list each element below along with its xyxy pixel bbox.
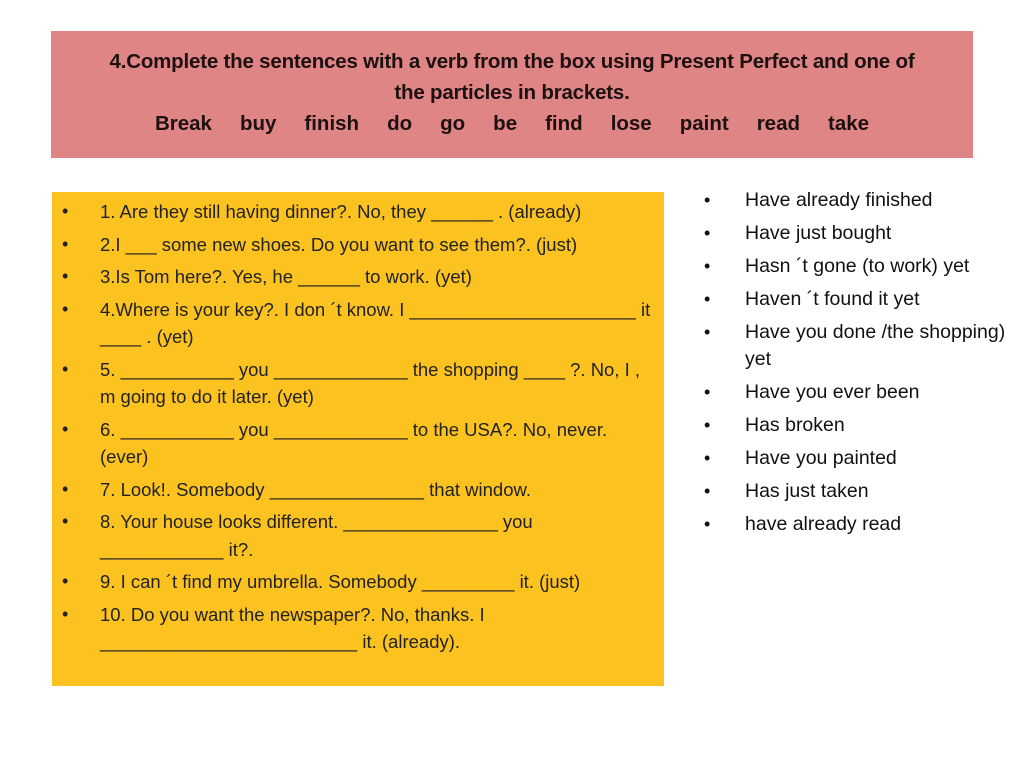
- bullet-icon: •: [704, 190, 711, 210]
- instructions-title-line-2: the particles in brackets.: [394, 81, 630, 104]
- exercise-item: • 10. Do you want the newspaper?. No, tha…: [52, 601, 664, 656]
- bullet-icon: •: [704, 415, 711, 435]
- answer-item: • Has just taken: [700, 478, 1010, 505]
- answer-text: Have you done /the shopping) yet: [745, 321, 1006, 370]
- exercise-item: • 8. Your house looks different. ________…: [52, 508, 664, 563]
- exercise-text: 3.Is Tom here?. Yes, he ______ to work. …: [100, 266, 472, 287]
- verb-item: go: [440, 112, 466, 135]
- answer-item: • Have you done /the shopping) yet: [700, 319, 1010, 373]
- answer-text: have already read: [745, 513, 902, 535]
- answer-text: Have already finished: [745, 189, 933, 211]
- exercise-text: 8. Your house looks different. _________…: [100, 511, 533, 560]
- bullet-icon: •: [704, 322, 711, 342]
- answer-item: • Has broken: [700, 412, 1010, 439]
- answer-text: Have you painted: [745, 447, 897, 469]
- exercise-item: • 6. ___________ you _____________ to the…: [52, 416, 664, 471]
- exercise-item: • 7. Look!. Somebody _______________ that…: [52, 476, 664, 504]
- answer-key: • Have already finished • Have just bought…: [700, 187, 1010, 544]
- verb-item: buy: [239, 112, 277, 135]
- bullet-icon: •: [62, 418, 69, 439]
- exercise-list: • 1. Are they still having dinner?. No, t…: [52, 198, 664, 656]
- answer-item: • Have just bought: [700, 220, 1010, 247]
- bullet-icon: •: [704, 256, 711, 276]
- answer-item: • Have you painted: [700, 445, 1010, 472]
- verb-item: finish: [304, 112, 360, 135]
- exercise-item: • 1. Are they still having dinner?. No, t…: [52, 198, 664, 226]
- bullet-icon: •: [704, 481, 711, 501]
- bullet-icon: •: [62, 298, 69, 319]
- bullet-icon: •: [62, 571, 69, 591]
- bullet-icon: •: [62, 478, 69, 499]
- exercise-item: • 3.Is Tom here?. Yes, he ______ to work.…: [52, 263, 664, 291]
- bullet-icon: •: [704, 514, 711, 534]
- bullet-icon: •: [62, 603, 69, 624]
- answer-text: Has broken: [745, 414, 845, 436]
- verb-item: read: [756, 112, 800, 135]
- verb-item: take: [828, 112, 870, 135]
- verb-box: Break buy finish do go be find lose pain…: [51, 108, 973, 139]
- exercise-text: 10. Do you want the newspaper?. No, than…: [100, 603, 485, 653]
- exercise-text: 9. I can ´t find my umbrella. Somebody _…: [100, 571, 581, 592]
- answer-text: Have you ever been: [745, 381, 920, 403]
- answer-item: • have already read: [700, 511, 1010, 538]
- exercise-item: • 2.I ___ some new shoes. Do you want to …: [52, 231, 664, 259]
- exercise-text: 1. Are they still having dinner?. No, th…: [100, 201, 582, 222]
- bullet-icon: •: [62, 358, 69, 379]
- answer-item: • Hasn ´t gone (to work) yet: [700, 253, 1010, 280]
- bullet-icon: •: [704, 382, 711, 402]
- exercise-item: • 5. ___________ you _____________ the sh…: [52, 356, 664, 411]
- exercise-text: 4.Where is your key?. I don ´t know. I _…: [100, 298, 651, 348]
- exercise-box: • 1. Are they still having dinner?. No, t…: [52, 192, 664, 686]
- answer-list: • Have already finished • Have just bought…: [700, 187, 1010, 538]
- bullet-icon: •: [62, 266, 69, 286]
- verb-item: do: [387, 112, 413, 135]
- verb-item: be: [493, 112, 518, 135]
- answer-text: Haven ´t found it yet: [745, 288, 920, 310]
- bullet-icon: •: [62, 233, 69, 254]
- exercise-item: • 4.Where is your key?. I don ´t know. I …: [52, 296, 664, 351]
- bullet-icon: •: [704, 289, 711, 309]
- verb-item: lose: [610, 112, 652, 135]
- answer-item: • Have already finished: [700, 187, 1010, 214]
- verb-item: paint: [679, 112, 729, 135]
- exercise-text: 2.I ___ some new shoes. Do you want to s…: [100, 233, 578, 255]
- exercise-text: 7. Look!. Somebody _______________ that …: [100, 478, 531, 500]
- answer-text: Has just taken: [745, 480, 869, 502]
- instructions-header: 4.Complete the sentences with a verb fro…: [51, 31, 973, 158]
- bullet-icon: •: [704, 223, 711, 243]
- verb-item: find: [545, 112, 583, 135]
- answer-item: • Have you ever been: [700, 379, 1010, 406]
- answer-text: Have just bought: [745, 222, 892, 244]
- instructions-title-line-1: 4.Complete the sentences with a verb fro…: [109, 50, 915, 73]
- answer-text: Hasn ´t gone (to work) yet: [745, 255, 970, 277]
- answer-item: • Haven ´t found it yet: [700, 286, 1010, 313]
- bullet-icon: •: [704, 448, 711, 468]
- bullet-icon: •: [62, 201, 69, 221]
- bullet-icon: •: [62, 511, 69, 531]
- exercise-text: 5. ___________ you _____________ the sho…: [100, 358, 641, 408]
- exercise-text: 6. ___________ you _____________ to the …: [100, 418, 608, 468]
- verb-item: Break: [154, 112, 212, 135]
- exercise-item: • 9. I can ´t find my umbrella. Somebody …: [52, 568, 664, 596]
